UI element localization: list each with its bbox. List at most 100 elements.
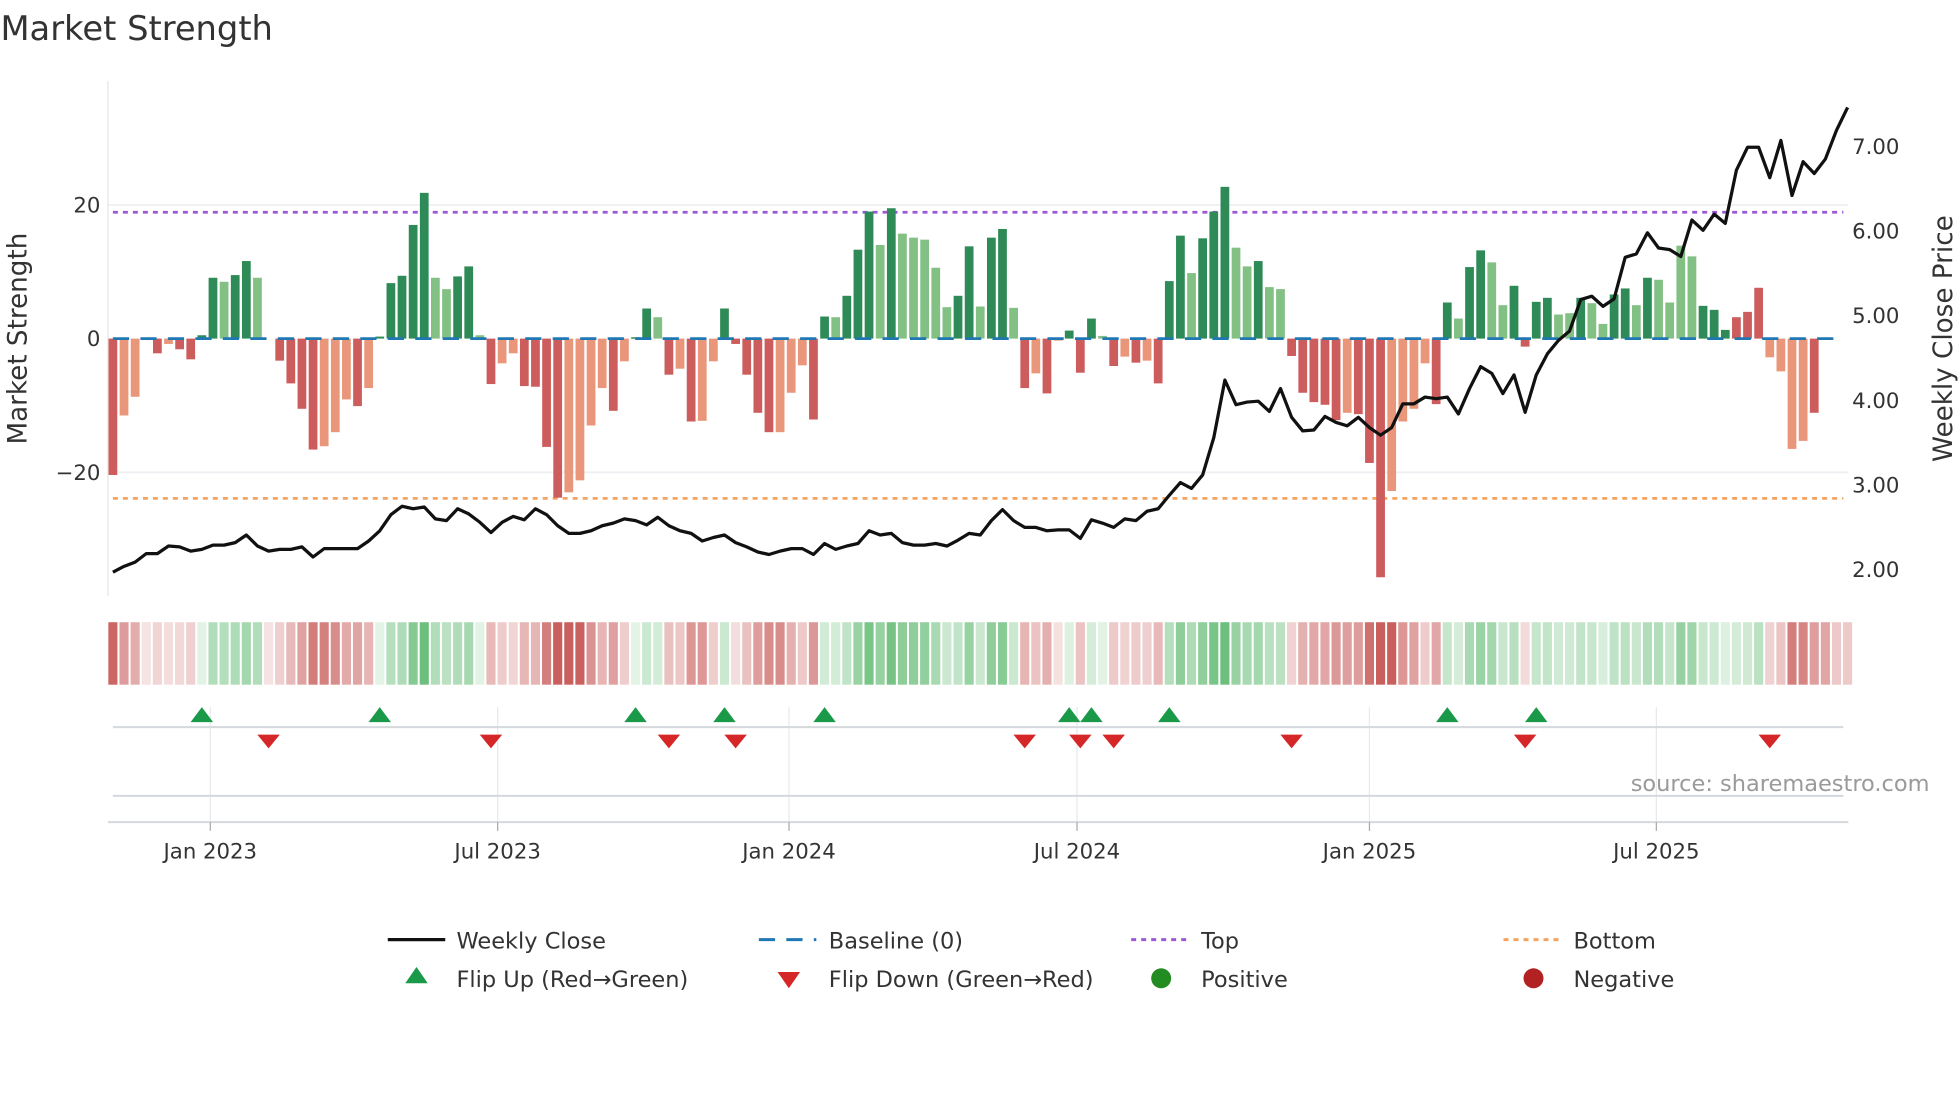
positive-bar xyxy=(1743,311,1752,339)
positive-bar xyxy=(653,317,663,339)
heat-cell xyxy=(397,622,407,685)
legend-label: Positive xyxy=(1201,967,1288,993)
heat-cell xyxy=(564,622,574,685)
heat-cell xyxy=(875,622,885,685)
positive-bar xyxy=(642,308,652,339)
heat-cell xyxy=(141,622,151,685)
heat-cell xyxy=(1009,622,1019,685)
positive-bar xyxy=(408,224,418,339)
heat-cell xyxy=(1420,622,1430,685)
flip-down-marker xyxy=(724,734,747,749)
positive-bar xyxy=(1676,245,1686,339)
heat-cell xyxy=(897,622,907,685)
heat-cell xyxy=(1398,622,1408,685)
positive-bar xyxy=(1253,261,1263,339)
heat-cell xyxy=(1298,622,1308,685)
negative-bar xyxy=(1031,338,1041,374)
heat-cell xyxy=(1331,622,1341,685)
positive-bar xyxy=(386,283,396,339)
heat-cell xyxy=(1287,622,1297,685)
flip-down-marker xyxy=(257,734,280,749)
heat-cell xyxy=(786,622,796,685)
positive-bar xyxy=(1187,273,1196,339)
positive-bar xyxy=(864,211,874,339)
heat-cell xyxy=(1464,622,1475,685)
positive-bar xyxy=(219,281,229,339)
heat-cell xyxy=(175,622,185,685)
positive-bar xyxy=(1264,287,1274,339)
negative-bar xyxy=(1120,338,1130,357)
heat-cell xyxy=(1253,622,1263,685)
negative-bar xyxy=(742,338,752,375)
y2-tick-label: 5.00 xyxy=(1852,304,1899,329)
heat-cell xyxy=(1665,622,1675,685)
heat-cell xyxy=(230,622,240,685)
heat-cell xyxy=(1142,622,1152,685)
heat-cell xyxy=(1776,622,1786,685)
positive-bar xyxy=(898,233,907,339)
heat-cell xyxy=(1453,622,1463,685)
negative-bar xyxy=(275,338,285,361)
positive-bar xyxy=(986,237,996,339)
triangle-down-icon xyxy=(777,972,801,989)
positive-bar xyxy=(1754,287,1764,339)
y-tick-label: 20 xyxy=(73,193,100,218)
heat-cell xyxy=(1565,622,1575,685)
heat-cell xyxy=(1198,622,1208,685)
heat-cell xyxy=(1531,622,1541,685)
heat-cell xyxy=(341,622,351,685)
negative-bar xyxy=(809,338,818,420)
negative-bar xyxy=(608,338,618,411)
positive-bar xyxy=(1531,301,1541,339)
negative-bar xyxy=(364,338,374,389)
heat-cell xyxy=(931,622,941,685)
heat-cell xyxy=(908,622,919,685)
legend: Weekly Close Baseline (0) Top Bottom Fli… xyxy=(387,928,1674,993)
strength-heat-strip xyxy=(108,622,1853,685)
positive-bar xyxy=(909,237,918,339)
heat-cell xyxy=(1598,622,1608,685)
flip-up-marker xyxy=(713,707,736,723)
heat-cell xyxy=(808,622,819,685)
heat-cell xyxy=(753,622,763,685)
negative-bar xyxy=(620,338,629,362)
negative-bar xyxy=(1153,338,1163,384)
heat-cell xyxy=(1509,622,1519,685)
heat-cell xyxy=(208,622,218,685)
heat-cell xyxy=(1809,622,1819,685)
heat-cell xyxy=(330,622,340,685)
negative-bar xyxy=(353,338,362,407)
negative-bar xyxy=(486,338,496,385)
flip-up-marker xyxy=(1158,707,1181,723)
negative-bar xyxy=(1787,338,1797,449)
heat-cell xyxy=(530,622,541,685)
positive-bar xyxy=(1454,318,1463,339)
heat-cell xyxy=(464,622,474,685)
heat-cell xyxy=(642,622,652,685)
heat-cell xyxy=(1620,622,1630,685)
heat-cell xyxy=(419,622,429,685)
negative-bar xyxy=(497,338,507,364)
legend-item-flip-down: Flip Down (Green→Red) xyxy=(777,967,1094,993)
x-tick-label: Jul 2025 xyxy=(1611,839,1699,864)
positive-bar xyxy=(397,275,407,339)
heat-cell xyxy=(1631,622,1641,685)
positive-bar xyxy=(253,277,262,339)
negative-bar xyxy=(186,338,196,360)
heat-cell xyxy=(286,622,296,685)
negative-bar xyxy=(108,338,118,475)
heat-cell xyxy=(130,622,140,685)
flip-down-marker xyxy=(1069,734,1092,749)
negative-bar xyxy=(1331,338,1341,421)
heat-cell xyxy=(831,622,841,685)
negative-bar xyxy=(330,338,340,433)
negative-bar xyxy=(1142,338,1152,361)
heat-cell xyxy=(1020,622,1030,685)
heat-cell xyxy=(1309,622,1319,685)
x-tick-label: Jan 2025 xyxy=(1321,839,1417,864)
flip-down-marker xyxy=(1102,734,1125,749)
positive-bar xyxy=(886,208,896,339)
positive-bar xyxy=(241,261,251,339)
heat-cell xyxy=(664,622,674,685)
positive-bar xyxy=(975,306,985,339)
